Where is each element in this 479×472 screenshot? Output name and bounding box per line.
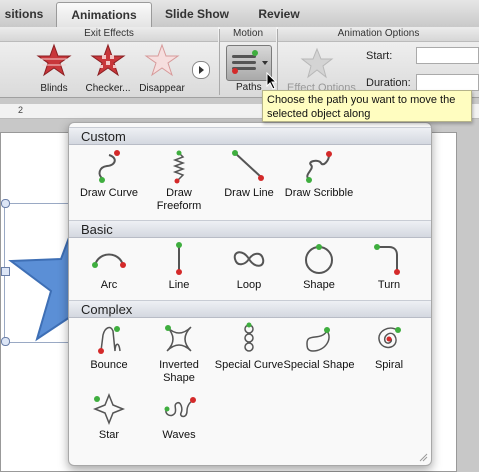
spiral-path-icon xyxy=(378,327,401,349)
path-waves[interactable]: Waves xyxy=(143,391,215,459)
path-label: Draw Curve xyxy=(79,187,139,199)
path-turn[interactable]: Turn xyxy=(353,241,425,309)
path-label: Waves xyxy=(162,429,196,441)
draw-freeform-icon xyxy=(172,150,186,184)
draw-curve-icon xyxy=(98,150,120,183)
path-shape[interactable]: Shape xyxy=(283,241,355,309)
tab-animations[interactable]: Animations xyxy=(56,2,152,27)
effect-disappear-label: Disappear xyxy=(139,83,185,94)
path-draw-scribble[interactable]: Draw Scribble xyxy=(283,149,355,217)
path-arc[interactable]: Arc xyxy=(73,241,145,309)
disappear-star-icon xyxy=(144,43,180,77)
path-label: Bounce xyxy=(90,359,128,371)
effect-options-star-icon xyxy=(300,47,334,79)
path-loop[interactable]: Loop xyxy=(213,241,285,309)
group-motion-header: Motion xyxy=(220,27,276,42)
selection-handle[interactable] xyxy=(1,337,10,346)
path-label: Draw Scribble xyxy=(284,187,354,199)
selection-handle[interactable] xyxy=(1,199,10,208)
start-label: Start: xyxy=(366,50,393,62)
group-divider xyxy=(219,29,220,95)
shape-path-icon xyxy=(305,244,333,274)
path-label: Draw Line xyxy=(224,187,274,199)
loop-path-icon xyxy=(233,251,265,267)
section-header-basic: Basic xyxy=(69,220,431,238)
bounce-path-icon xyxy=(98,326,121,354)
ribbon-tab-bar: sitions Animations Slide Show Review xyxy=(0,0,479,28)
effect-disappear[interactable]: Disappear xyxy=(136,43,188,95)
paths-tooltip: Choose the path you want to move the sel… xyxy=(262,90,472,122)
duration-label: Duration: xyxy=(366,77,411,89)
effect-checker[interactable]: Checker... xyxy=(82,43,134,95)
line-path-icon xyxy=(176,242,182,275)
checker-star-icon xyxy=(90,43,126,77)
section-header-custom: Custom xyxy=(69,127,431,145)
path-star[interactable]: Star xyxy=(73,391,145,459)
group-animation-options-header: Animation Options xyxy=(278,27,479,42)
path-line[interactable]: Line xyxy=(143,241,215,309)
resize-grip-icon[interactable] xyxy=(418,452,428,462)
motion-paths-gallery: Custom Draw Curve Draw Freeform Draw Lin… xyxy=(68,122,432,466)
motion-paths-icon xyxy=(232,50,268,74)
path-special-curve[interactable]: Special Curve xyxy=(213,321,285,389)
path-special-shape[interactable]: Special Shape xyxy=(283,321,355,389)
turn-path-icon xyxy=(374,244,400,275)
path-label: Turn xyxy=(377,279,401,291)
section-header-complex: Complex xyxy=(69,300,431,318)
blinds-star-icon xyxy=(36,43,72,77)
chevron-right-icon xyxy=(199,66,204,74)
duration-input[interactable] xyxy=(416,74,479,91)
group-exit-effects-header: Exit Effects xyxy=(0,27,218,42)
path-label: Star xyxy=(98,429,120,441)
paths-label: Paths xyxy=(236,82,262,93)
effect-blinds[interactable]: Blinds xyxy=(28,43,80,95)
tab-review[interactable]: Review xyxy=(244,2,314,26)
effects-scroll-button[interactable] xyxy=(192,61,210,79)
path-label: Draw Freeform xyxy=(156,187,202,212)
mouse-cursor-icon xyxy=(266,72,278,90)
selection-handle[interactable] xyxy=(1,267,10,276)
path-label: Special Curve xyxy=(214,359,284,371)
path-draw-freeform[interactable]: Draw Freeform xyxy=(143,149,215,217)
special-shape-path-icon xyxy=(306,327,330,352)
path-inverted-shape[interactable]: Inverted Shape xyxy=(143,321,215,389)
path-bounce[interactable]: Bounce xyxy=(73,321,145,389)
path-label: Loop xyxy=(236,279,262,291)
ribbon: Exit Effects Motion Animation Options Bl… xyxy=(0,27,479,98)
path-label: Inverted Shape xyxy=(159,359,199,384)
ruler-mark: 2 xyxy=(18,105,24,115)
draw-scribble-icon xyxy=(306,151,332,183)
waves-path-icon xyxy=(164,397,196,418)
star-path-icon xyxy=(92,392,126,426)
tab-slide-show[interactable]: Slide Show xyxy=(154,2,240,26)
arc-path-icon xyxy=(92,253,126,268)
start-select[interactable] xyxy=(416,47,479,64)
path-draw-curve[interactable]: Draw Curve xyxy=(73,149,145,217)
inverted-shape-path-icon xyxy=(165,325,192,352)
path-label: Shape xyxy=(303,279,335,291)
path-draw-line[interactable]: Draw Line xyxy=(213,149,285,217)
draw-line-icon xyxy=(232,150,264,181)
path-label: Arc xyxy=(100,279,118,291)
tab-transitions[interactable]: sitions xyxy=(0,2,48,26)
path-label: Special Shape xyxy=(283,359,355,371)
special-curve-path-icon xyxy=(244,322,254,352)
path-label: Spiral xyxy=(374,359,404,371)
path-label: Line xyxy=(168,279,190,291)
path-spiral[interactable]: Spiral xyxy=(353,321,425,389)
